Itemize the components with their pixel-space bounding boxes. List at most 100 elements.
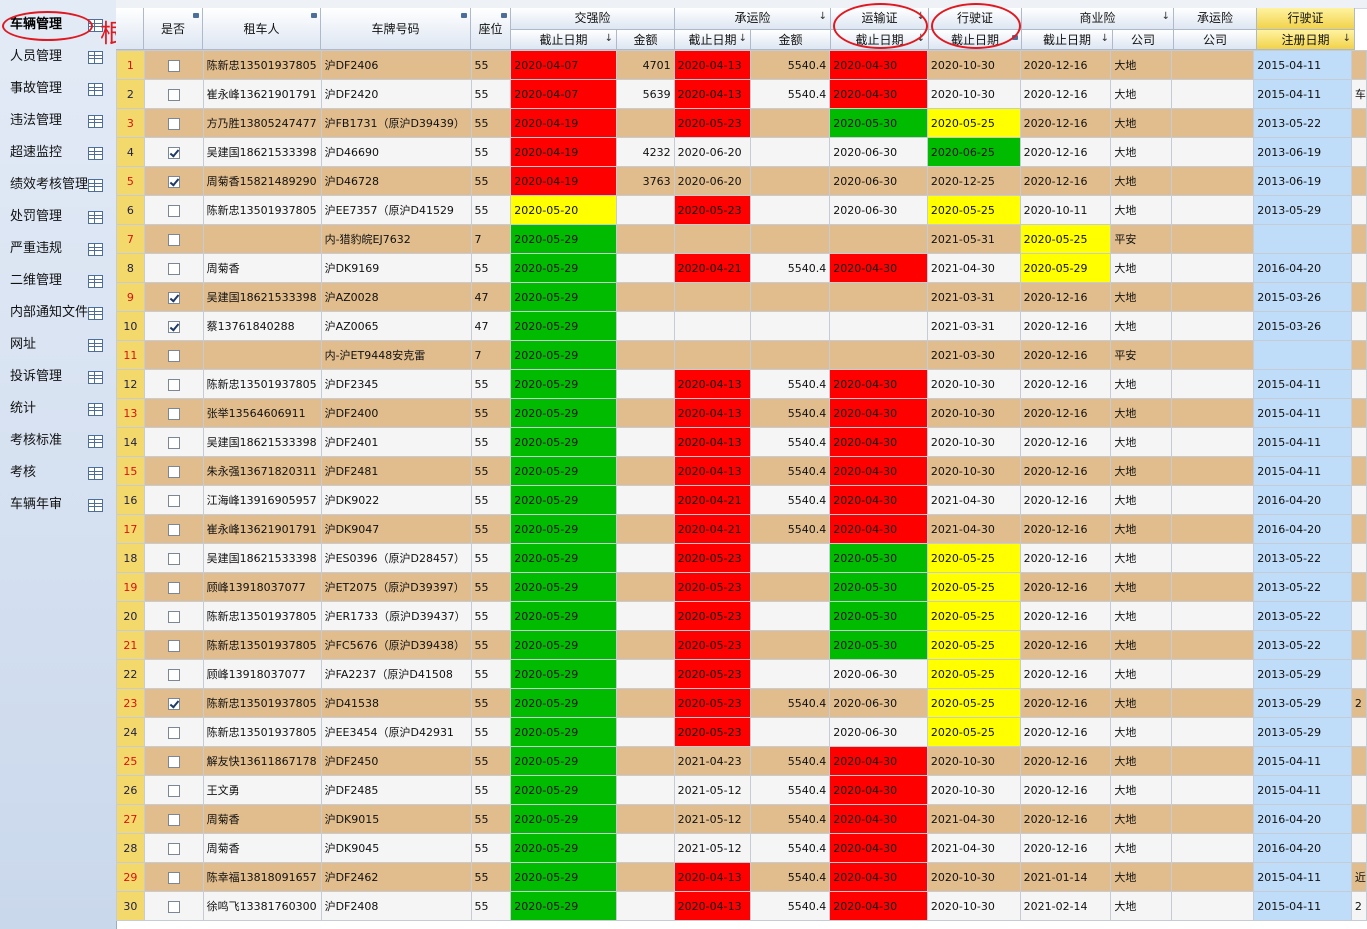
row-checkbox[interactable] [167,320,180,333]
sidebar-item-14[interactable]: 考核 [0,460,116,486]
table-row[interactable]: 7 内-猎豹皖EJ7632 7 2020-05-29 2021-05-31 2020-05… [116,224,1367,254]
sidebar-item-11[interactable]: 投诉管理 [0,364,116,390]
header-cyx-amount[interactable]: 金额 [751,30,831,50]
row-checkbox[interactable] [167,146,180,159]
table-row[interactable]: 9 吴建国18621533398 沪AZ0028 47 2020-05-29 2021-0… [116,282,1367,312]
row-checkbox[interactable] [167,726,180,739]
table-row[interactable]: 8 周菊香 沪DK9169 55 2020-05-29 2020-04-21 5540.4 2… [116,253,1367,283]
sidebar-item-4[interactable]: 超速监控 [0,140,116,166]
sidebar-item-2[interactable]: 事故管理 [0,76,116,102]
table-row[interactable]: 16 江海峰13916905957 沪DK9022 55 2020-05-29 2020-… [116,485,1367,515]
row-checkbox[interactable] [167,668,180,681]
row-checkbox[interactable] [167,378,180,391]
table-row[interactable]: 21 陈新忠13501937805 沪FC5676（原沪D39438） 55 2020-… [116,630,1367,660]
table-row[interactable]: 19 顾峰13918037077 沪ET2075（原沪D39397） 55 2020-0… [116,572,1367,602]
table-row[interactable]: 28 周菊香 沪DK9045 55 2020-05-29 2021-05-12 5540.4… [116,833,1367,863]
table-row[interactable]: 30 徐鸣飞13381760300 沪DF2408 55 2020-05-29 2020-… [116,891,1367,921]
header-group-syx[interactable]: 商业险 ↓ [1022,8,1174,30]
table-row[interactable]: 22 顾峰13918037077 沪FA2237（原沪D41508 55 2020-05… [116,659,1367,689]
table-row[interactable]: 24 陈新忠13501937805 沪EE3454（原沪D42931 55 2020-0… [116,717,1367,747]
table-row[interactable]: 17 崔永峰13621901791 沪DK9047 55 2020-05-29 2020-… [116,514,1367,544]
sidebar-item-5[interactable]: 绩效考核管理 [0,172,116,198]
table-row[interactable]: 2 崔永峰13621901791 沪DF2420 55 2020-04-07 5639 20… [116,79,1367,109]
table-row[interactable]: 4 吴建国18621533398 沪D46690 55 2020-04-19 4232 20… [116,137,1367,167]
header-group-cyx[interactable]: 承运险 ↓ [675,8,831,30]
table-row[interactable]: 12 陈新忠13501937805 沪DF2345 55 2020-05-29 2020-… [116,369,1367,399]
table-row[interactable]: 5 周菊香15821489290 沪D46728 55 2020-04-19 3763 20… [116,166,1367,196]
row-checkbox[interactable] [167,349,180,362]
sidebar-item-10[interactable]: 网址 [0,332,116,358]
table-row[interactable]: 20 陈新忠13501937805 沪ER1733（原沪D39437） 55 2020-… [116,601,1367,631]
cell-co: 大地 [1110,369,1173,399]
cell-seat: 55 [470,833,512,863]
cell-seat: 47 [470,282,512,312]
sidebar-item-1[interactable]: 人员管理 [0,44,116,70]
table-row[interactable]: 18 吴建国18621533398 沪ES0396（原沪D28457） 55 2020-… [116,543,1367,573]
header-cyx-date[interactable]: 截止日期 ↓ [675,30,751,50]
sidebar-item-6[interactable]: 处罚管理 [0,204,116,230]
row-checkbox[interactable] [167,755,180,768]
row-checkbox[interactable] [167,639,180,652]
header-syx-company[interactable]: 公司 [1113,30,1174,50]
cell-extra [1350,195,1367,225]
header-group-jqx[interactable]: 交强险 [511,8,675,30]
row-checkbox[interactable] [167,581,180,594]
header-group-cyx2[interactable]: 承运险 [1174,8,1257,30]
cell-jqx-amt [615,717,675,747]
row-checkbox[interactable] [167,871,180,884]
table-row[interactable]: 26 王文勇 沪DF2485 55 2020-05-29 2021-05-12 5540.4… [116,775,1367,805]
row-checkbox[interactable] [167,59,180,72]
cell-reg: 2015-04-11 [1253,891,1352,921]
sidebar-item-8[interactable]: 二维管理 [0,268,116,294]
table-row[interactable]: 29 陈幸福13818091657 沪DF2462 55 2020-05-29 2020-… [116,862,1367,892]
row-checkbox[interactable] [167,175,180,188]
cell-jqx-amt [615,369,675,399]
header-jqx-amount[interactable]: 金额 [617,30,675,50]
row-checkbox[interactable] [167,552,180,565]
table-row[interactable]: 27 周菊香 沪DK9015 55 2020-05-29 2021-05-12 5540.4… [116,804,1367,834]
table-row[interactable]: 3 方乃胜13805247477 沪FB1731（原沪D39439） 55 2020-0… [116,108,1367,138]
table-row[interactable]: 25 解友快13611867178 沪DF2450 55 2020-05-29 2021-… [116,746,1367,776]
table-row[interactable]: 6 陈新忠13501937805 沪EE7357（原沪D41529 55 2020-05… [116,195,1367,225]
cell-plate: 内-沪ET9448安克雷 [320,340,472,370]
row-checkbox[interactable] [167,117,180,130]
row-checkbox[interactable] [167,436,180,449]
header-group-xsz2[interactable]: 行驶证 [1257,8,1355,30]
cell-jqx-amt: 4232 [615,137,675,167]
sidebar-item-7[interactable]: 严重违规 [0,236,116,262]
row-checkbox[interactable] [167,494,180,507]
row-checkbox[interactable] [167,407,180,420]
row-checkbox[interactable] [167,88,180,101]
table-row[interactable]: 15 朱永强13671820311 沪DF2481 55 2020-05-29 2020-… [116,456,1367,486]
header-jqx-date[interactable]: 截止日期 ↓ [511,30,617,50]
cell-reg: 2015-04-11 [1253,369,1352,399]
row-checkbox[interactable] [167,291,180,304]
row-checkbox[interactable] [167,465,180,478]
row-checkbox[interactable] [167,784,180,797]
sidebar-item-3[interactable]: 违法管理 [0,108,116,134]
row-checkbox[interactable] [167,813,180,826]
row-checkbox[interactable] [167,842,180,855]
sidebar-item-12[interactable]: 统计 [0,396,116,422]
row-checkbox[interactable] [167,233,180,246]
table-row[interactable]: 23 陈新忠13501937805 沪D41538 55 2020-05-29 2020-… [116,688,1367,718]
sidebar-item-13[interactable]: 考核标准 [0,428,116,454]
table-row[interactable]: 11 内-沪ET9448安克雷 7 2020-05-29 2021-03-30 2020-… [116,340,1367,370]
row-checkbox[interactable] [167,523,180,536]
row-checkbox[interactable] [167,262,180,275]
header-cyx2-company[interactable]: 公司 [1174,30,1257,50]
row-checkbox[interactable] [167,610,180,623]
header-syx-date[interactable]: 截止日期 ↓ [1022,30,1113,50]
cell-cyx: 2020-04-21 [673,514,751,544]
row-checkbox[interactable] [167,697,180,710]
row-checkbox[interactable] [167,900,180,913]
row-checkbox[interactable] [167,204,180,217]
table-row[interactable]: 10 蔡13761840288 沪AZ0065 47 2020-05-29 2021-03… [116,311,1367,341]
table-row[interactable]: 14 吴建国18621533398 沪DF2401 55 2020-05-29 2020-… [116,427,1367,457]
sidebar-item-9[interactable]: 内部通知文件 [0,300,116,326]
table-row[interactable]: 13 张举13564606911 沪DF2400 55 2020-05-29 2020-0… [116,398,1367,428]
header-xsz2-regdate[interactable]: 注册日期 ↓ [1257,30,1355,50]
table-row[interactable]: 1 陈新忠13501937805 沪DF2406 55 2020-04-07 4701 20… [116,50,1367,80]
sidebar-item-15[interactable]: 车辆年审 [0,492,116,518]
cell-extra [1350,630,1367,660]
